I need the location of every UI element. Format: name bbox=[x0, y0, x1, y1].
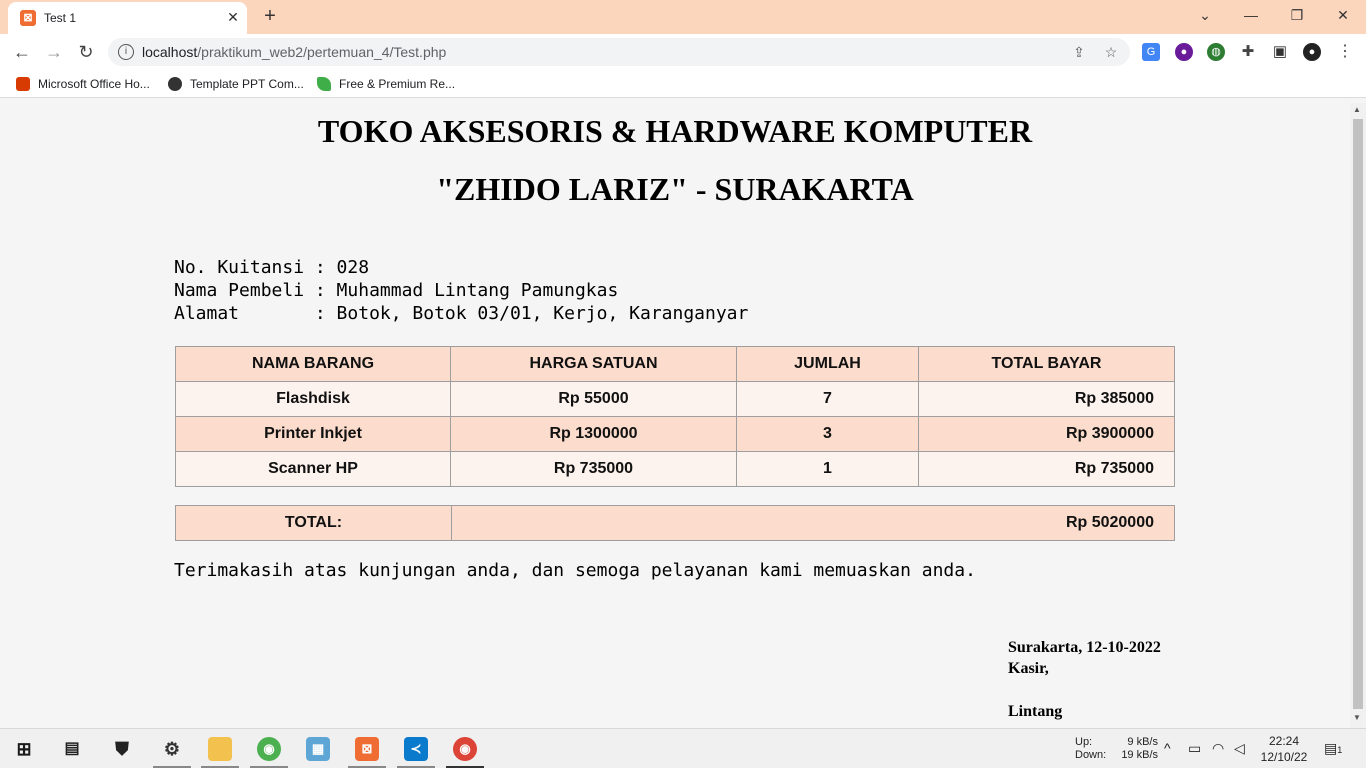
bookmark-office[interactable]: Microsoft Office Ho... bbox=[16, 76, 150, 92]
leaf-icon bbox=[317, 76, 331, 91]
net-up-label: Up: bbox=[1075, 736, 1093, 748]
item-name: Printer Inkjet bbox=[175, 416, 451, 452]
battery-icon[interactable]: ▭ bbox=[1188, 740, 1201, 757]
sign-place-date: Surakarta, 12-10-2022 bbox=[1008, 639, 1161, 656]
windows-start-icon[interactable]: ⊞ bbox=[12, 737, 36, 761]
bookmarks-bar: Microsoft Office Ho... Template PPT Com.… bbox=[0, 70, 1366, 98]
total-table: TOTAL: Rp 5020000 bbox=[175, 505, 1175, 541]
net-down-label: Down: bbox=[1075, 749, 1107, 761]
close-window-button[interactable]: ✕ bbox=[1328, 4, 1358, 26]
xampp-taskbar-icon[interactable]: ⊠ bbox=[355, 737, 379, 761]
url-text[interactable]: localhost/praktikum_web2/pertemuan_4/Tes… bbox=[142, 44, 446, 60]
items-table: NAMA BARANG HARGA SATUAN JUMLAH TOTAL BA… bbox=[175, 346, 1175, 487]
item-price: Rp 735000 bbox=[450, 451, 737, 487]
net-up-value: 9 kB/s bbox=[1127, 736, 1158, 748]
item-price: Rp 55000 bbox=[450, 381, 737, 417]
sign-role: Kasir, bbox=[1008, 660, 1049, 677]
minimize-button[interactable]: — bbox=[1236, 4, 1266, 26]
buyer-name: Nama Pembeli : Muhammad Lintang Pamungka… bbox=[174, 280, 619, 301]
buyer-address: Alamat : Botok, Botok 03/01, Kerjo, Kara… bbox=[174, 303, 749, 324]
clock-date: 12/10/22 bbox=[1260, 750, 1308, 764]
bookmark-template-ppt[interactable]: Template PPT Com... bbox=[168, 76, 304, 92]
folder-icon[interactable] bbox=[208, 737, 232, 761]
item-qty: 7 bbox=[736, 381, 919, 417]
page-title: TOKO AKSESORIS & HARDWARE KOMPUTER bbox=[317, 113, 1033, 149]
net-down-value: 19 kB/s bbox=[1121, 749, 1158, 761]
clock-time: 22:24 bbox=[1268, 734, 1300, 748]
item-name: Scanner HP bbox=[175, 451, 451, 487]
tab-test1[interactable]: ⊠ Test 1 ✕ bbox=[8, 2, 247, 34]
wifi-icon[interactable]: ◠ bbox=[1212, 740, 1224, 757]
close-icon[interactable]: ✕ bbox=[224, 8, 242, 26]
gear-icon[interactable]: ⚙ bbox=[160, 737, 184, 761]
info-icon[interactable]: i bbox=[118, 44, 134, 60]
share-icon[interactable]: ⇪ bbox=[1070, 43, 1088, 61]
table-row: Flashdisk Rp 55000 7 Rp 385000 bbox=[175, 381, 1175, 417]
restore-button[interactable]: ❐ bbox=[1282, 4, 1312, 26]
total-value: Rp 5020000 bbox=[451, 505, 1175, 541]
shield-icon[interactable]: ⛊ bbox=[110, 737, 134, 761]
thanks-message: Terimakasih atas kunjungan anda, dan sem… bbox=[174, 560, 976, 581]
total-row: TOTAL: Rp 5020000 bbox=[175, 505, 1175, 541]
monitor-app-icon[interactable]: ▦ bbox=[306, 737, 330, 761]
receipt-number: No. Kuitansi : 028 bbox=[174, 257, 370, 278]
puzzle-icon[interactable]: ✚ bbox=[1239, 43, 1257, 61]
net-labels: Up: Down: bbox=[1075, 736, 1106, 762]
taskbar: ⊞ ▤ ⛊ ⚙ ◉ ▦ ⊠ ≺ ◉ Up: Down: 9 kB/s 19 kB… bbox=[0, 728, 1366, 768]
page-content: TOKO AKSESORIS & HARDWARE KOMPUTER "ZHID… bbox=[0, 103, 1350, 728]
extension-globe-icon[interactable]: ◍ bbox=[1207, 43, 1225, 61]
menu-icon[interactable]: ⋮ bbox=[1336, 43, 1354, 61]
tab-strip: ⊠ Test 1 ✕ + ⌄ — ❐ ✕ bbox=[0, 0, 1366, 34]
item-price: Rp 1300000 bbox=[450, 416, 737, 452]
office-icon bbox=[16, 76, 30, 91]
chrome-active-icon[interactable]: ◉ bbox=[453, 737, 477, 761]
column-header: JUMLAH bbox=[736, 346, 919, 382]
item-qty: 1 bbox=[736, 451, 919, 487]
page-subtitle: "ZHIDO LARIZ" - SURAKARTA bbox=[436, 171, 914, 207]
back-button[interactable]: ← bbox=[10, 41, 34, 63]
bookmark-free-premium[interactable]: Free & Premium Re... bbox=[317, 76, 455, 92]
item-total: Rp 385000 bbox=[918, 381, 1175, 417]
volume-icon[interactable]: ◁ bbox=[1234, 740, 1245, 757]
item-total: Rp 735000 bbox=[918, 451, 1175, 487]
xampp-icon: ⊠ bbox=[20, 10, 36, 26]
chevron-up-icon[interactable]: ^ bbox=[1164, 740, 1171, 756]
reload-button[interactable]: ↻ bbox=[74, 41, 98, 63]
address-bar[interactable]: i localhost/praktikum_web2/pertemuan_4/T… bbox=[108, 38, 1130, 66]
item-qty: 3 bbox=[736, 416, 919, 452]
globe-icon bbox=[168, 76, 182, 91]
scroll-down-icon[interactable]: ▼ bbox=[1353, 713, 1361, 722]
extension-purple-icon[interactable]: ● bbox=[1175, 43, 1193, 61]
chrome-icon[interactable]: ◉ bbox=[257, 737, 281, 761]
column-header: HARGA SATUAN bbox=[450, 346, 737, 382]
table-row: Printer Inkjet Rp 1300000 3 Rp 3900000 bbox=[175, 416, 1175, 452]
new-tab-button[interactable]: + bbox=[260, 6, 280, 26]
scroll-up-icon[interactable]: ▲ bbox=[1353, 105, 1361, 114]
avatar[interactable]: ● bbox=[1303, 43, 1321, 61]
column-header: TOTAL BAYAR bbox=[918, 346, 1175, 382]
chevron-down-icon[interactable]: ⌄ bbox=[1190, 4, 1220, 26]
sidepanel-icon[interactable]: ▣ bbox=[1271, 43, 1289, 61]
star-icon[interactable]: ☆ bbox=[1102, 43, 1120, 61]
column-header: NAMA BARANG bbox=[175, 346, 451, 382]
notification-count: 1 bbox=[1337, 745, 1343, 755]
item-name: Flashdisk bbox=[175, 381, 451, 417]
tab-title: Test 1 bbox=[44, 11, 77, 25]
vscode-icon[interactable]: ≺ bbox=[404, 737, 428, 761]
net-values: 9 kB/s 19 kB/s bbox=[1120, 736, 1158, 762]
scrollbar-thumb[interactable] bbox=[1353, 119, 1363, 709]
browser-toolbar: ← → ↻ i localhost/praktikum_web2/pertemu… bbox=[0, 34, 1366, 70]
translate-icon[interactable]: G bbox=[1142, 43, 1160, 61]
task-view-icon[interactable]: ▤ bbox=[60, 737, 84, 761]
item-total: Rp 3900000 bbox=[918, 416, 1175, 452]
clock[interactable]: 22:24 12/10/22 bbox=[1258, 733, 1310, 765]
notification-icon[interactable]: ▤1 bbox=[1324, 740, 1342, 757]
table-row: Scanner HP Rp 735000 1 Rp 735000 bbox=[175, 451, 1175, 487]
table-header-row: NAMA BARANG HARGA SATUAN JUMLAH TOTAL BA… bbox=[175, 346, 1175, 382]
total-label: TOTAL: bbox=[175, 505, 452, 541]
scrollbar[interactable]: ▲ ▼ bbox=[1350, 103, 1366, 728]
sign-name: Lintang bbox=[1008, 703, 1063, 720]
forward-button[interactable]: → bbox=[42, 41, 66, 63]
